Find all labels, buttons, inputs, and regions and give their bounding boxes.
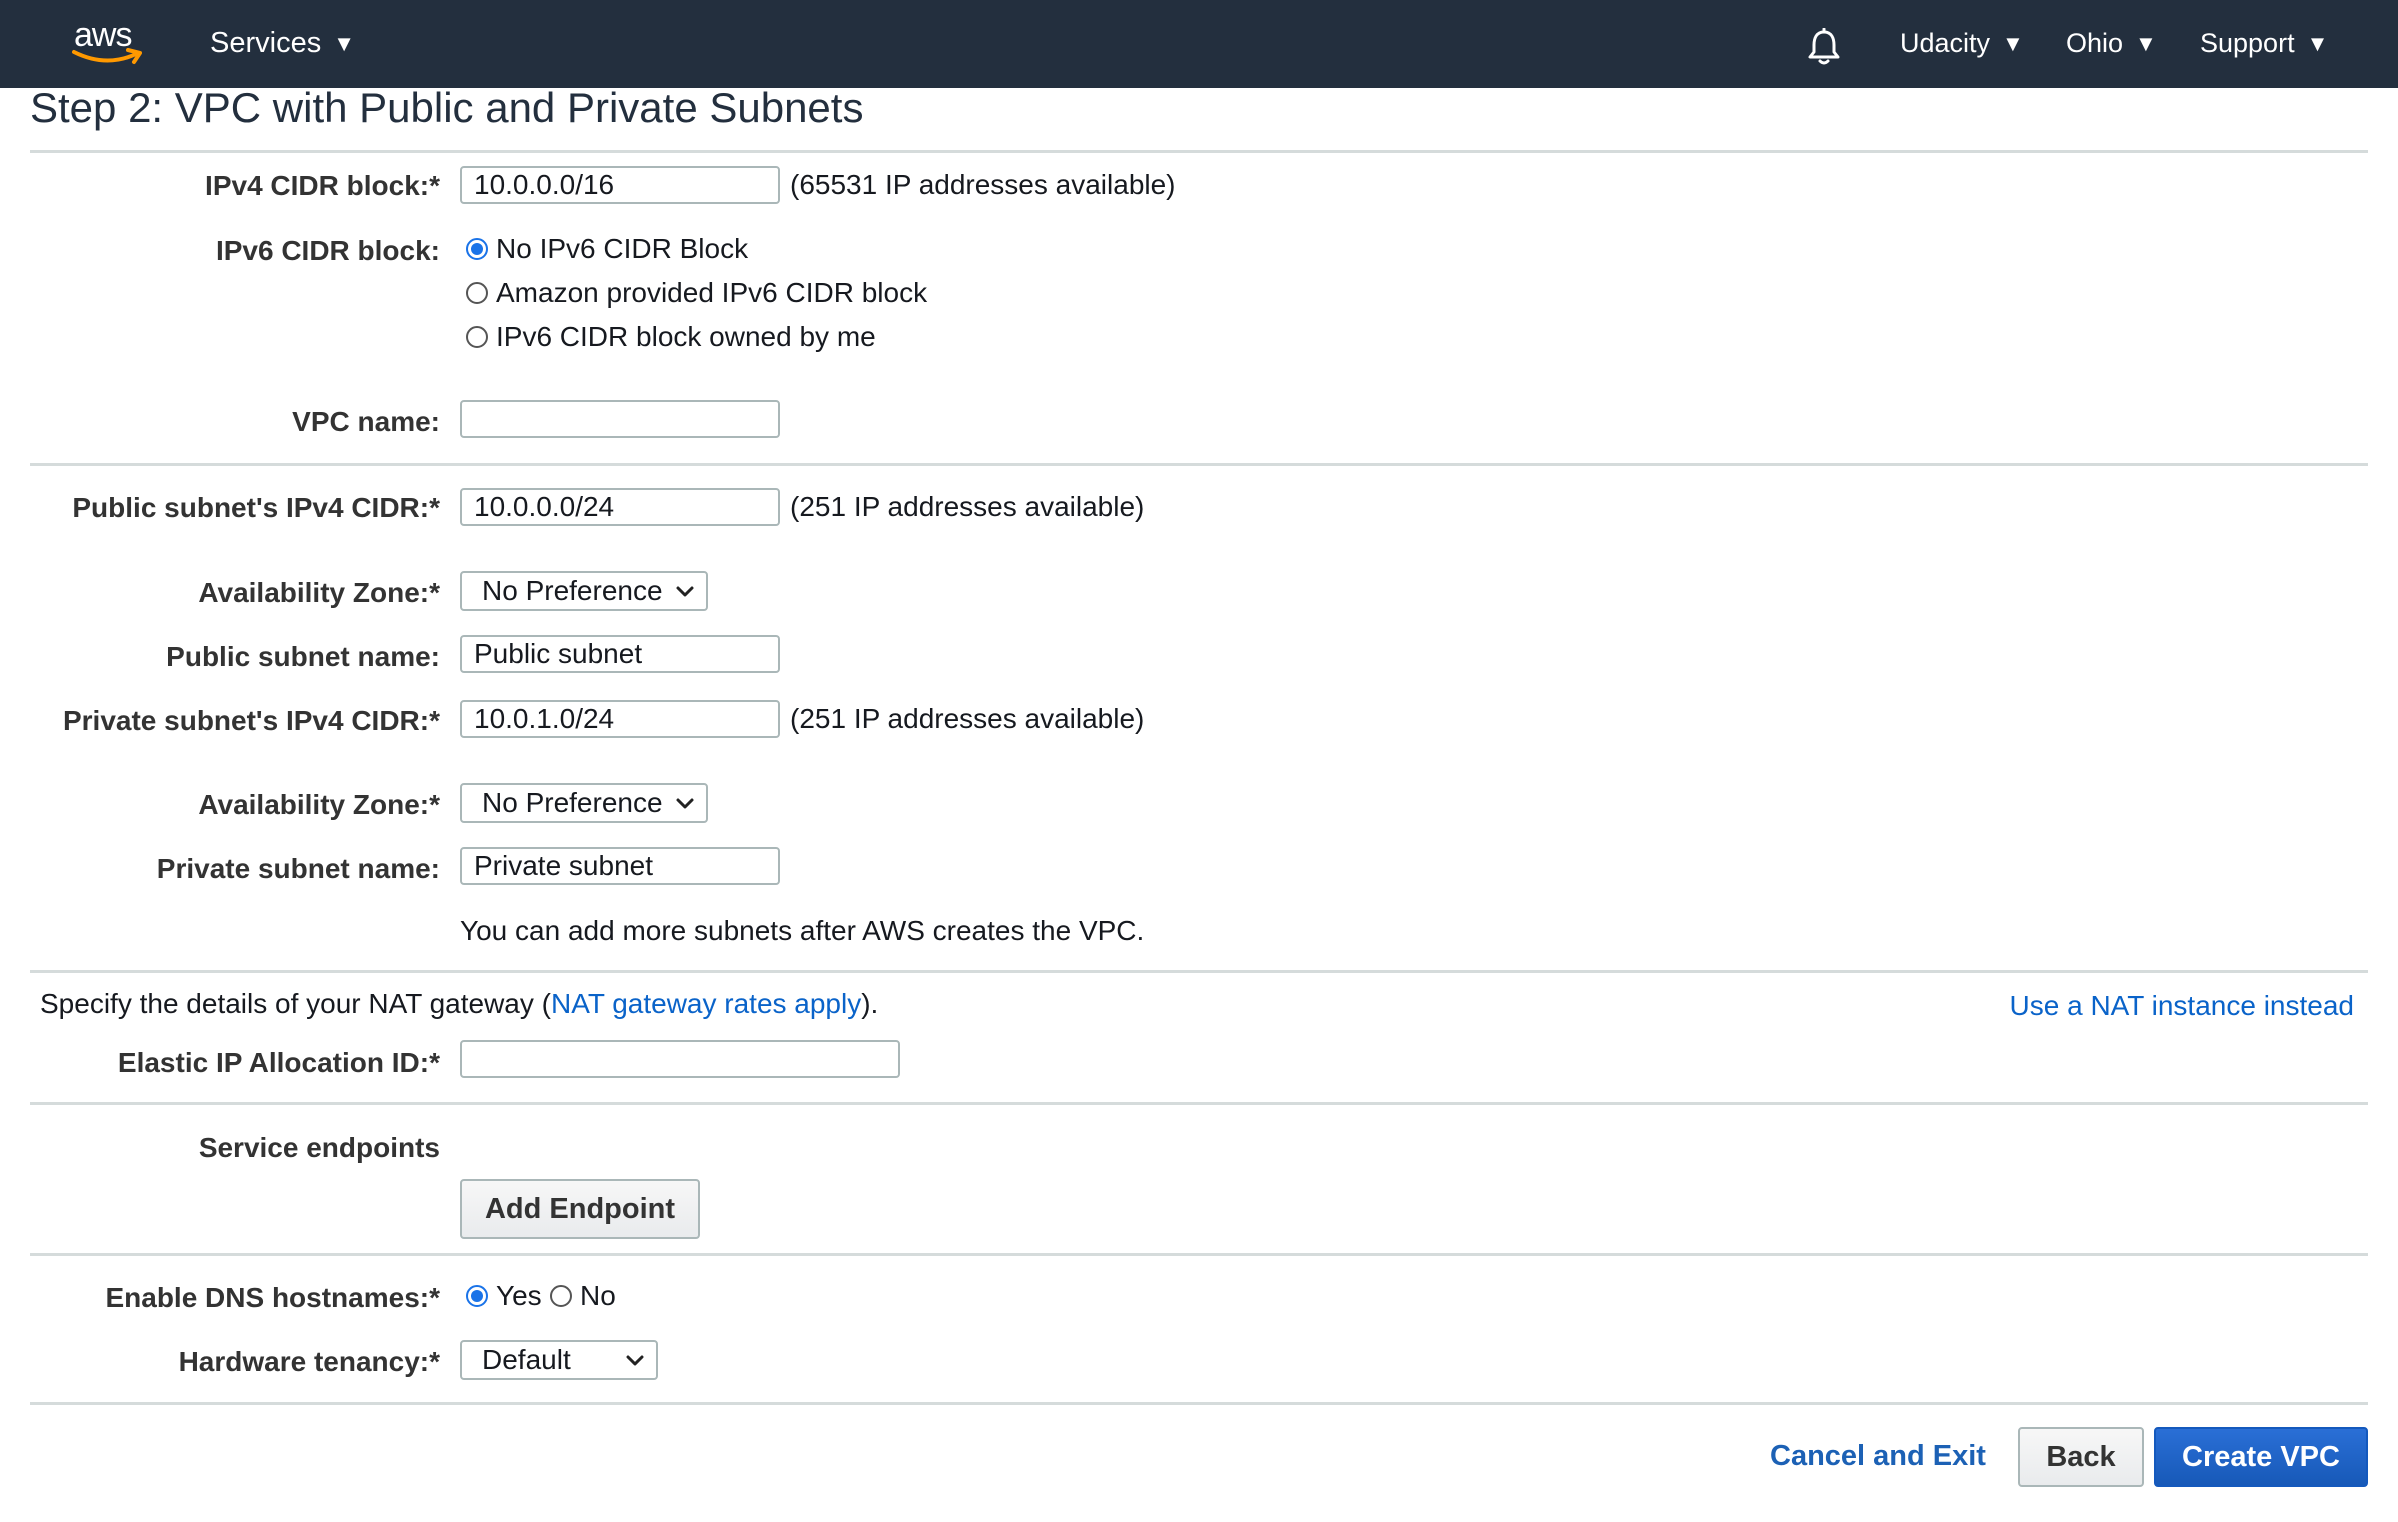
hardware-tenancy-label: Hardware tenancy:* bbox=[178, 1346, 440, 1377]
use-nat-instance-link[interactable]: Use a NAT instance instead bbox=[2010, 990, 2354, 1022]
public-subnet-cidr-input[interactable] bbox=[460, 488, 780, 526]
dns-hostnames-label: Enable DNS hostnames:* bbox=[105, 1282, 440, 1313]
private-subnet-name-input[interactable] bbox=[460, 847, 780, 885]
section-divider bbox=[30, 463, 2368, 466]
notifications-bell[interactable] bbox=[1806, 27, 1842, 66]
radio-unchecked-icon bbox=[466, 282, 488, 304]
nat-text-before: Specify the details of your NAT gateway … bbox=[40, 988, 551, 1019]
ipv6-option-owned-label: IPv6 CIDR block owned by me bbox=[496, 321, 876, 352]
vpc-name-input[interactable] bbox=[460, 400, 780, 438]
add-endpoint-button[interactable]: Add Endpoint bbox=[460, 1179, 700, 1239]
back-button[interactable]: Back bbox=[2018, 1427, 2144, 1487]
region-menu[interactable]: Ohio ▼ bbox=[2066, 28, 2157, 59]
region-menu-label: Ohio bbox=[2066, 28, 2124, 58]
section-divider bbox=[30, 970, 2368, 973]
chevron-down-icon bbox=[676, 586, 694, 597]
section-divider bbox=[30, 1102, 2368, 1105]
public-subnet-name-input[interactable] bbox=[460, 635, 780, 673]
account-menu[interactable]: Udacity ▼ bbox=[1900, 28, 2024, 59]
ipv4-cidr-input[interactable] bbox=[460, 166, 780, 204]
ipv6-option-amazon[interactable]: Amazon provided IPv6 CIDR block bbox=[466, 277, 927, 309]
nat-gateway-rates-link[interactable]: NAT gateway rates apply bbox=[551, 988, 861, 1019]
top-navigation-bar: aws Services ▼ Udacity ▼ Ohio ▼ Support … bbox=[0, 0, 2398, 88]
vpc-name-label: VPC name: bbox=[292, 406, 440, 437]
section-divider bbox=[30, 150, 2368, 153]
public-subnet-cidr-label: Public subnet's IPv4 CIDR:* bbox=[72, 492, 440, 523]
create-vpc-button[interactable]: Create VPC bbox=[2154, 1427, 2368, 1487]
public-subnet-name-label: Public subnet name: bbox=[166, 641, 440, 672]
elastic-ip-label: Elastic IP Allocation ID:* bbox=[117, 1047, 440, 1078]
radio-checked-icon bbox=[466, 238, 488, 260]
dns-hostnames-yes[interactable]: Yes bbox=[466, 1280, 542, 1312]
chevron-down-icon bbox=[626, 1355, 644, 1366]
subnets-note: You can add more subnets after AWS creat… bbox=[460, 915, 1145, 946]
radio-checked-icon bbox=[466, 1285, 488, 1307]
services-menu[interactable]: Services ▼ bbox=[210, 27, 355, 60]
account-menu-label: Udacity bbox=[1900, 28, 1991, 58]
ipv6-option-owned[interactable]: IPv6 CIDR block owned by me bbox=[466, 321, 876, 353]
caret-down-icon: ▼ bbox=[2002, 30, 2024, 56]
nat-gateway-description: Specify the details of your NAT gateway … bbox=[40, 988, 878, 1020]
support-menu-label: Support bbox=[2200, 28, 2295, 58]
caret-down-icon: ▼ bbox=[2135, 30, 2157, 56]
section-divider bbox=[30, 1253, 2368, 1256]
cancel-and-exit-link[interactable]: Cancel and Exit bbox=[1770, 1440, 1986, 1473]
ipv6-option-none[interactable]: No IPv6 CIDR Block bbox=[466, 233, 748, 265]
service-endpoints-label: Service endpoints bbox=[198, 1132, 440, 1163]
public-az-value: No Preference bbox=[482, 575, 663, 606]
elastic-ip-input[interactable] bbox=[460, 1040, 900, 1078]
private-az-label: Availability Zone:* bbox=[198, 789, 440, 820]
caret-down-icon: ▼ bbox=[333, 30, 355, 56]
ipv4-cidr-label: IPv4 CIDR block:* bbox=[205, 170, 440, 201]
dns-yes-label: Yes bbox=[496, 1280, 542, 1311]
nat-text-after: ). bbox=[861, 988, 879, 1019]
private-az-select[interactable]: No Preference bbox=[460, 783, 708, 823]
hardware-tenancy-select[interactable]: Default bbox=[460, 1340, 658, 1380]
radio-unchecked-icon bbox=[466, 326, 488, 348]
aws-logo[interactable]: aws bbox=[70, 16, 150, 72]
public-az-label: Availability Zone:* bbox=[198, 577, 440, 608]
chevron-down-icon bbox=[676, 798, 694, 809]
private-subnet-cidr-label: Private subnet's IPv4 CIDR:* bbox=[62, 705, 440, 736]
dns-hostnames-no[interactable]: No bbox=[550, 1280, 616, 1312]
public-subnet-cidr-hint: (251 IP addresses available) bbox=[790, 491, 1145, 522]
ipv6-option-none-label: No IPv6 CIDR Block bbox=[496, 233, 749, 264]
support-menu[interactable]: Support ▼ bbox=[2200, 28, 2328, 59]
private-subnet-cidr-input[interactable] bbox=[460, 700, 780, 738]
caret-down-icon: ▼ bbox=[2306, 30, 2329, 56]
private-subnet-cidr-hint: (251 IP addresses available) bbox=[790, 703, 1145, 734]
dns-no-label: No bbox=[580, 1280, 616, 1311]
public-az-select[interactable]: No Preference bbox=[460, 571, 708, 611]
private-az-value: No Preference bbox=[482, 787, 663, 818]
private-subnet-name-label: Private subnet name: bbox=[156, 853, 440, 884]
bell-icon bbox=[1808, 27, 1840, 65]
ipv6-cidr-label: IPv6 CIDR block: bbox=[215, 235, 440, 266]
radio-unchecked-icon bbox=[550, 1285, 572, 1307]
hardware-tenancy-value: Default bbox=[482, 1344, 571, 1375]
section-divider bbox=[30, 1402, 2368, 1405]
ipv6-option-amazon-label: Amazon provided IPv6 CIDR block bbox=[496, 277, 928, 308]
ipv4-cidr-hint: (65531 IP addresses available) bbox=[790, 169, 1176, 200]
services-menu-label: Services bbox=[210, 27, 322, 59]
aws-smile-icon bbox=[72, 48, 142, 64]
page-title: Step 2: VPC with Public and Private Subn… bbox=[30, 84, 864, 131]
